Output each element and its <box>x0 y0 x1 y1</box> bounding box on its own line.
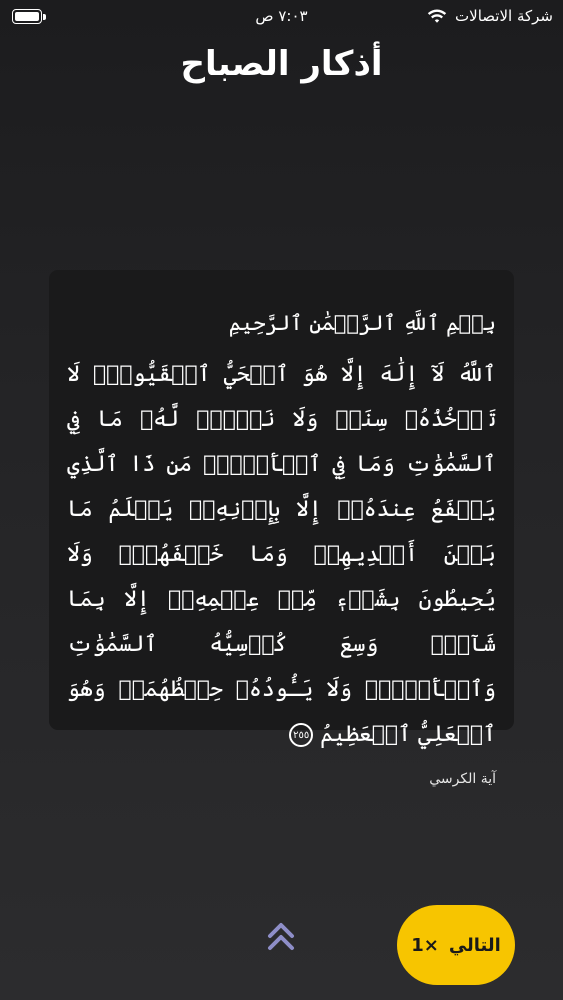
repeat-count: ×1 <box>411 934 439 956</box>
wifi-icon <box>427 9 447 23</box>
battery-icon <box>12 8 46 24</box>
basmala-text: بِسۡمِ ٱللَّهِ ٱلرَّحۡمَٰنِ ٱلرَّحِيمِ <box>228 311 496 335</box>
verse-body: ٱللَّهُ لَآ إِلَٰهَ إِلَّا هُوَ ٱلۡحَيُّ… <box>67 362 496 747</box>
status-bar: ٧:٠٣ ص شركة الاتصالات <box>0 0 563 32</box>
carrier-info: شركة الاتصالات <box>427 7 553 25</box>
next-button[interactable]: التالي ×1 <box>397 905 515 985</box>
status-time: ٧:٠٣ ص <box>255 7 308 25</box>
page-title: أذكار الصباح <box>180 44 383 84</box>
dhikr-source: آية الكرسي <box>429 771 496 787</box>
battery-indicator <box>12 8 46 24</box>
next-button-label: التالي <box>448 934 501 956</box>
double-chevron-up-icon[interactable] <box>266 920 296 954</box>
verse-number-marker: ٢٥٥ <box>289 723 314 747</box>
carrier-name: شركة الاتصالات <box>455 7 553 25</box>
battery-fill <box>15 11 39 21</box>
verse-text: ٱللَّهُ لَآ إِلَٰهَ إِلَّا هُوَ ٱلۡحَيُّ… <box>67 352 496 757</box>
dhikr-card: بِسۡمِ ٱللَّهِ ٱلرَّحۡمَٰنِ ٱلرَّحِيمِ ٱ… <box>49 270 514 787</box>
